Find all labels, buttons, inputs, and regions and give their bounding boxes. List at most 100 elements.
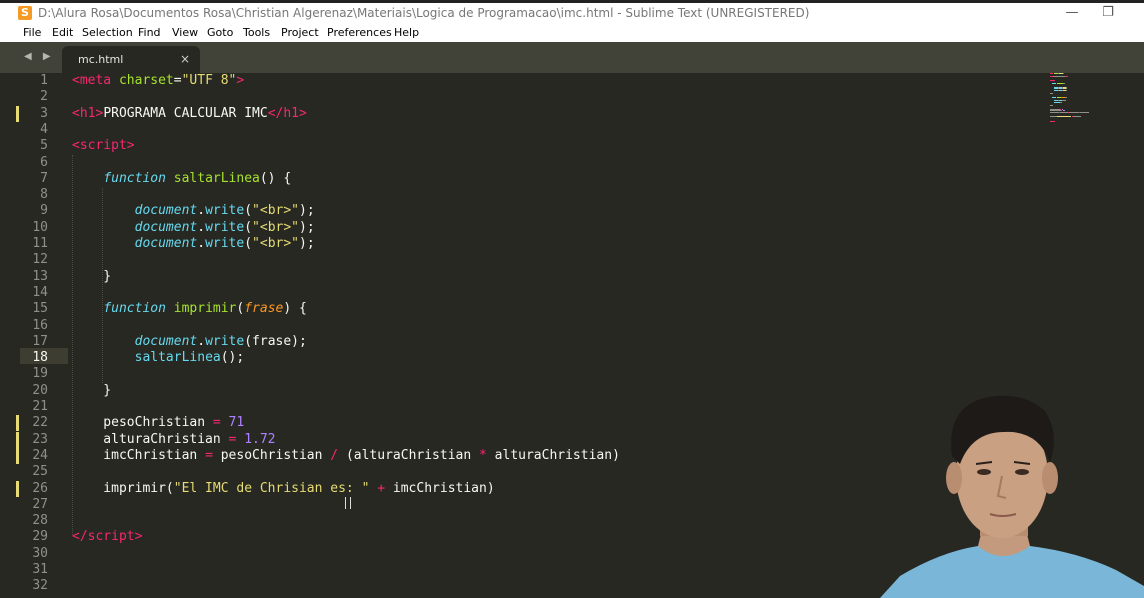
code-line: <h1>PROGRAMA CALCULAR IMC</h1>: [72, 106, 307, 122]
code-token: document: [134, 333, 198, 349]
modified-line-marker: [16, 447, 19, 464]
minimap-stroke: [1054, 79, 1055, 81]
code-token: imprimir: [173, 301, 237, 317]
menu-goto[interactable]: Goto: [207, 25, 233, 41]
line-number: 32: [32, 578, 48, 594]
menu-preferences[interactable]: Preferences: [327, 25, 392, 41]
tab-mc-html[interactable]: mc.html ×: [62, 46, 200, 73]
line-number: 16: [32, 317, 48, 333]
text-cursor-ibeam-icon: [345, 497, 351, 509]
line-number: 31: [32, 562, 48, 577]
minimap-stroke: [1067, 76, 1068, 78]
code-token: >: [299, 105, 307, 121]
code-token: saltarLinea: [134, 350, 221, 366]
line-number: 13: [32, 268, 48, 284]
code-token: /: [330, 447, 339, 463]
tab-label: mc.html: [78, 53, 124, 66]
code-token: document: [134, 219, 198, 235]
line-number: 19: [32, 366, 48, 382]
line-number: 8: [40, 187, 48, 203]
minimap-stroke: [1063, 83, 1065, 85]
menu-file[interactable]: File: [23, 25, 41, 41]
code-line: imprimir("El IMC de Chrisian es: " + imc…: [72, 480, 494, 497]
code-line: pesoChristian = 71: [72, 415, 244, 431]
line-number: 9: [40, 203, 48, 219]
line-number: 26: [32, 480, 48, 496]
code-token: script: [87, 529, 135, 545]
minimap-stroke: [1060, 101, 1062, 103]
code-token: () {: [259, 170, 292, 186]
code-token: h1: [79, 105, 96, 121]
code-line: }: [72, 383, 111, 399]
line-number: 11: [32, 236, 48, 251]
tab-nav-arrows-icon[interactable]: ◀ ▶: [24, 50, 55, 64]
line-number: 28: [32, 513, 48, 529]
menu-view[interactable]: View: [172, 25, 198, 41]
code-line: alturaChristian = 1.72: [72, 431, 275, 448]
code-line: document.write("<br>");: [72, 236, 315, 252]
line-number: 17: [32, 333, 48, 349]
modified-line-marker: [16, 431, 19, 448]
menu-edit[interactable]: Edit: [52, 25, 73, 41]
code-token: <: [72, 138, 80, 154]
minimap[interactable]: [1046, 73, 1116, 133]
minimap-stroke: [1069, 112, 1079, 114]
code-token: ();: [220, 350, 245, 366]
window-title: D:\Alura Rosa\Documentos Rosa\Christian …: [38, 6, 810, 20]
code-token: "El IMC de Chrisian es: ": [173, 480, 370, 496]
minimize-button[interactable]: —: [1052, 3, 1092, 23]
code-token: ) {: [283, 301, 307, 317]
code-token: write: [205, 236, 245, 251]
code-token: </: [72, 529, 88, 545]
menu-help[interactable]: Help: [394, 25, 419, 41]
minimap-stroke: [1051, 73, 1053, 74]
code-token: </: [267, 105, 284, 121]
code-token: h1: [283, 105, 299, 121]
code-token: >: [126, 138, 135, 154]
code-token: "<br>": [252, 203, 300, 219]
code-token: (: [244, 236, 253, 251]
line-number: 4: [40, 121, 48, 137]
menu-find[interactable]: Find: [138, 25, 161, 41]
code-line: <script>: [72, 138, 135, 154]
menu-selection[interactable]: Selection: [82, 25, 133, 41]
line-number: 30: [32, 545, 48, 561]
menu-bar: File Edit Selection Find View Goto Tools…: [0, 24, 1144, 42]
line-number: 29: [32, 529, 48, 545]
code-line: document.write("<br>");: [72, 220, 315, 236]
minimap-stroke: [1053, 76, 1065, 78]
code-token: 71: [228, 415, 245, 431]
maximize-button[interactable]: ❐: [1088, 3, 1128, 23]
line-number: 10: [32, 219, 48, 235]
code-line: </script>: [72, 529, 142, 545]
minimap-stroke: [1050, 112, 1059, 114]
code-token: }: [72, 382, 112, 398]
line-number: 21: [32, 399, 48, 414]
minimap-stroke: [1060, 112, 1068, 114]
code-token: write: [205, 219, 245, 235]
code-token: pesoChristian: [72, 415, 213, 431]
code-line: function saltarLinea() {: [72, 171, 291, 187]
menu-project[interactable]: Project: [281, 25, 319, 41]
code-token: =: [205, 447, 213, 463]
code-token: function: [103, 170, 166, 186]
menu-tools[interactable]: Tools: [243, 25, 270, 41]
code-token: );: [299, 203, 315, 219]
line-number: 5: [40, 138, 48, 154]
line-number: 18: [32, 350, 48, 366]
code-token: pesoChristian: [212, 447, 331, 463]
code-token: "UTF 8": [181, 73, 237, 88]
tab-close-icon[interactable]: ×: [180, 52, 190, 66]
minimap-stroke: [1073, 115, 1081, 117]
code-token: alturaChristian: [72, 431, 229, 447]
minimap-stroke: [1050, 115, 1057, 117]
line-number: 27: [32, 496, 48, 512]
